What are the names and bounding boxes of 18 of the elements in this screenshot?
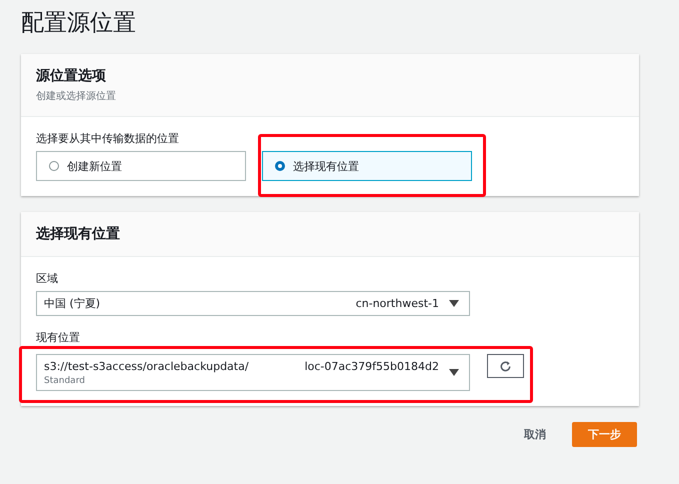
card-title: 选择现有位置 <box>36 225 121 243</box>
refresh-button[interactable] <box>487 354 524 378</box>
field-label: 选择要从其中传输数据的位置 <box>36 131 179 146</box>
location-select[interactable]: s3://test-s3access/oraclebackupdata/ loc-07ac379f55b0184d2 Standard <box>36 354 470 391</box>
field-label: 现有位置 <box>36 330 80 345</box>
page-title: 配置源位置 <box>21 9 137 38</box>
radio-option[interactable]: 选择现有位置 <box>262 151 472 181</box>
caret-icon <box>449 300 459 308</box>
radio-option[interactable]: 创建新位置 <box>36 151 246 181</box>
card-subtitle: 创建或选择源位置 <box>36 90 117 103</box>
radio-icon <box>275 161 285 171</box>
field-label: 区域 <box>36 271 58 286</box>
region-select[interactable]: 中国 (宁夏) cn-northwest-1 <box>36 291 470 316</box>
cancel-button[interactable]: 取消 <box>520 423 550 446</box>
card-title: 源位置选项 <box>36 67 107 85</box>
radio-icon <box>49 161 59 171</box>
refresh-icon <box>499 360 512 372</box>
caret-icon <box>449 368 459 376</box>
